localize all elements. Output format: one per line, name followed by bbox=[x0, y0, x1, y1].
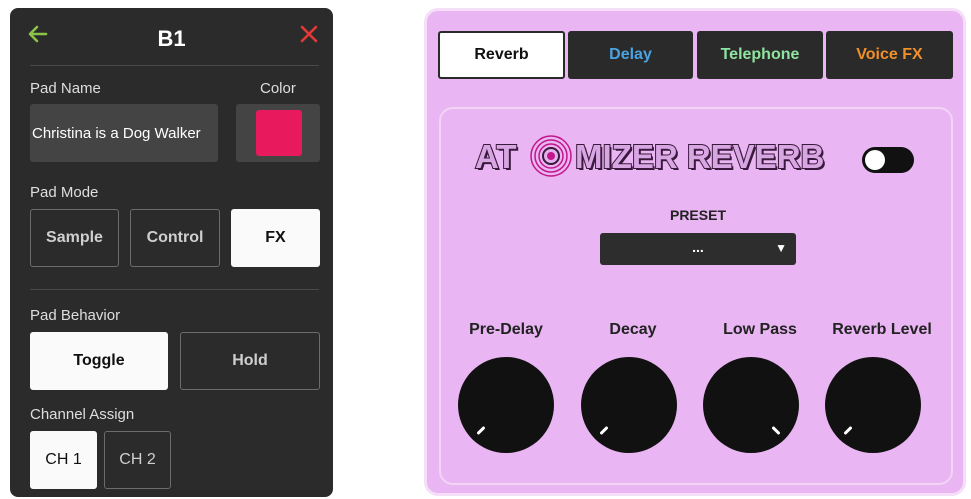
color-label: Color bbox=[260, 80, 296, 97]
pad-editor-header: B1 bbox=[10, 8, 333, 66]
target-icon bbox=[530, 135, 572, 177]
pad-title: B1 bbox=[157, 26, 186, 51]
pre-delay-knob[interactable] bbox=[458, 357, 554, 453]
reverb-card: AT MIZER REVERB PRESET ... ▼ Pre-Delay D… bbox=[439, 107, 953, 485]
pad-behavior-label: Pad Behavior bbox=[30, 307, 121, 324]
preset-value: ... bbox=[692, 239, 704, 255]
logo-text-left: AT bbox=[474, 137, 518, 176]
reverb-level-label: Reverb Level bbox=[832, 321, 932, 338]
tab-telephone[interactable]: Telephone bbox=[697, 31, 823, 79]
knob-indicator bbox=[598, 425, 609, 436]
low-pass-knob[interactable] bbox=[703, 357, 799, 453]
reverb-enable-toggle[interactable] bbox=[862, 147, 914, 173]
tab-voice-fx[interactable]: Voice FX bbox=[826, 31, 953, 79]
pad-name-label: Pad Name bbox=[30, 80, 101, 97]
channel-assign-label: Channel Assign bbox=[30, 406, 135, 423]
pad-mode-sample-button[interactable]: Sample bbox=[30, 209, 119, 267]
low-pass-label: Low Pass bbox=[723, 321, 797, 338]
atomizer-reverb-logo: AT MIZER REVERB bbox=[474, 134, 855, 184]
tab-delay[interactable]: Delay bbox=[568, 31, 693, 79]
knob-indicator bbox=[771, 425, 782, 436]
close-icon bbox=[300, 25, 318, 43]
pad-mode-fx-button[interactable]: FX bbox=[231, 209, 320, 267]
channel-1-button[interactable]: CH 1 bbox=[30, 431, 97, 489]
preset-dropdown[interactable]: ... ▼ bbox=[600, 233, 796, 265]
fx-panel: Reverb Delay Telephone Voice FX AT MIZER… bbox=[424, 8, 966, 496]
channel-2-button[interactable]: CH 2 bbox=[104, 431, 171, 489]
reverb-level-knob[interactable] bbox=[825, 357, 921, 453]
close-button[interactable] bbox=[297, 22, 325, 50]
color-picker[interactable] bbox=[236, 104, 320, 162]
toggle-knob bbox=[865, 150, 885, 170]
pad-behavior-hold-button[interactable]: Hold bbox=[180, 332, 320, 390]
pad-name-input[interactable] bbox=[30, 104, 218, 162]
pad-editor-panel: B1 Pad Name Color Pad Mode Sample Contro… bbox=[10, 8, 333, 497]
color-swatch bbox=[256, 110, 302, 156]
pad-mode-control-button[interactable]: Control bbox=[130, 209, 220, 267]
divider bbox=[30, 65, 319, 66]
tab-reverb[interactable]: Reverb bbox=[438, 31, 565, 79]
decay-knob[interactable] bbox=[581, 357, 677, 453]
preset-label: PRESET bbox=[669, 207, 726, 223]
pad-behavior-toggle-button[interactable]: Toggle bbox=[30, 332, 168, 390]
pre-delay-label: Pre-Delay bbox=[469, 321, 543, 338]
knob-indicator bbox=[475, 425, 486, 436]
divider bbox=[30, 289, 319, 290]
decay-label: Decay bbox=[609, 321, 657, 338]
knob-indicator bbox=[842, 425, 853, 436]
logo-text-right: MIZER REVERB bbox=[574, 137, 825, 176]
pad-mode-label: Pad Mode bbox=[30, 184, 99, 201]
caret-down-icon: ▼ bbox=[775, 241, 787, 255]
